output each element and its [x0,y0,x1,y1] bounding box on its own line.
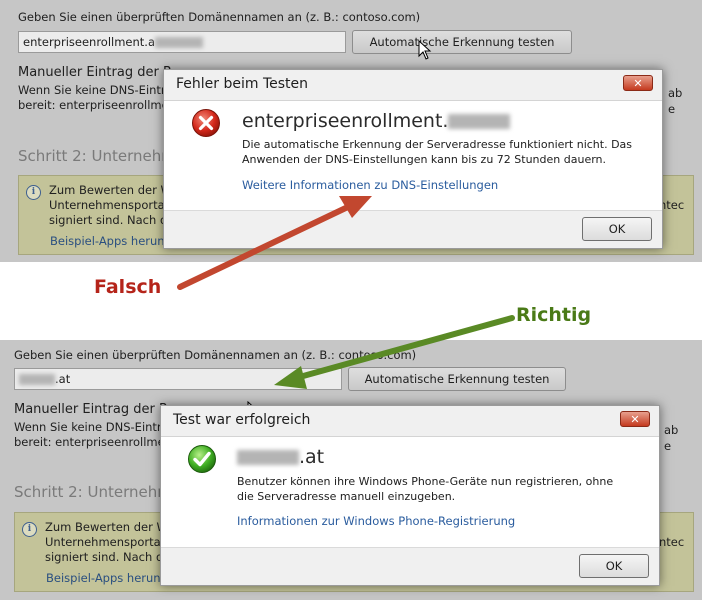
green-arrowhead-icon [274,366,307,389]
green-arrow-icon [293,315,515,381]
annotation-arrows [177,196,515,389]
red-arrow-icon [177,202,355,290]
